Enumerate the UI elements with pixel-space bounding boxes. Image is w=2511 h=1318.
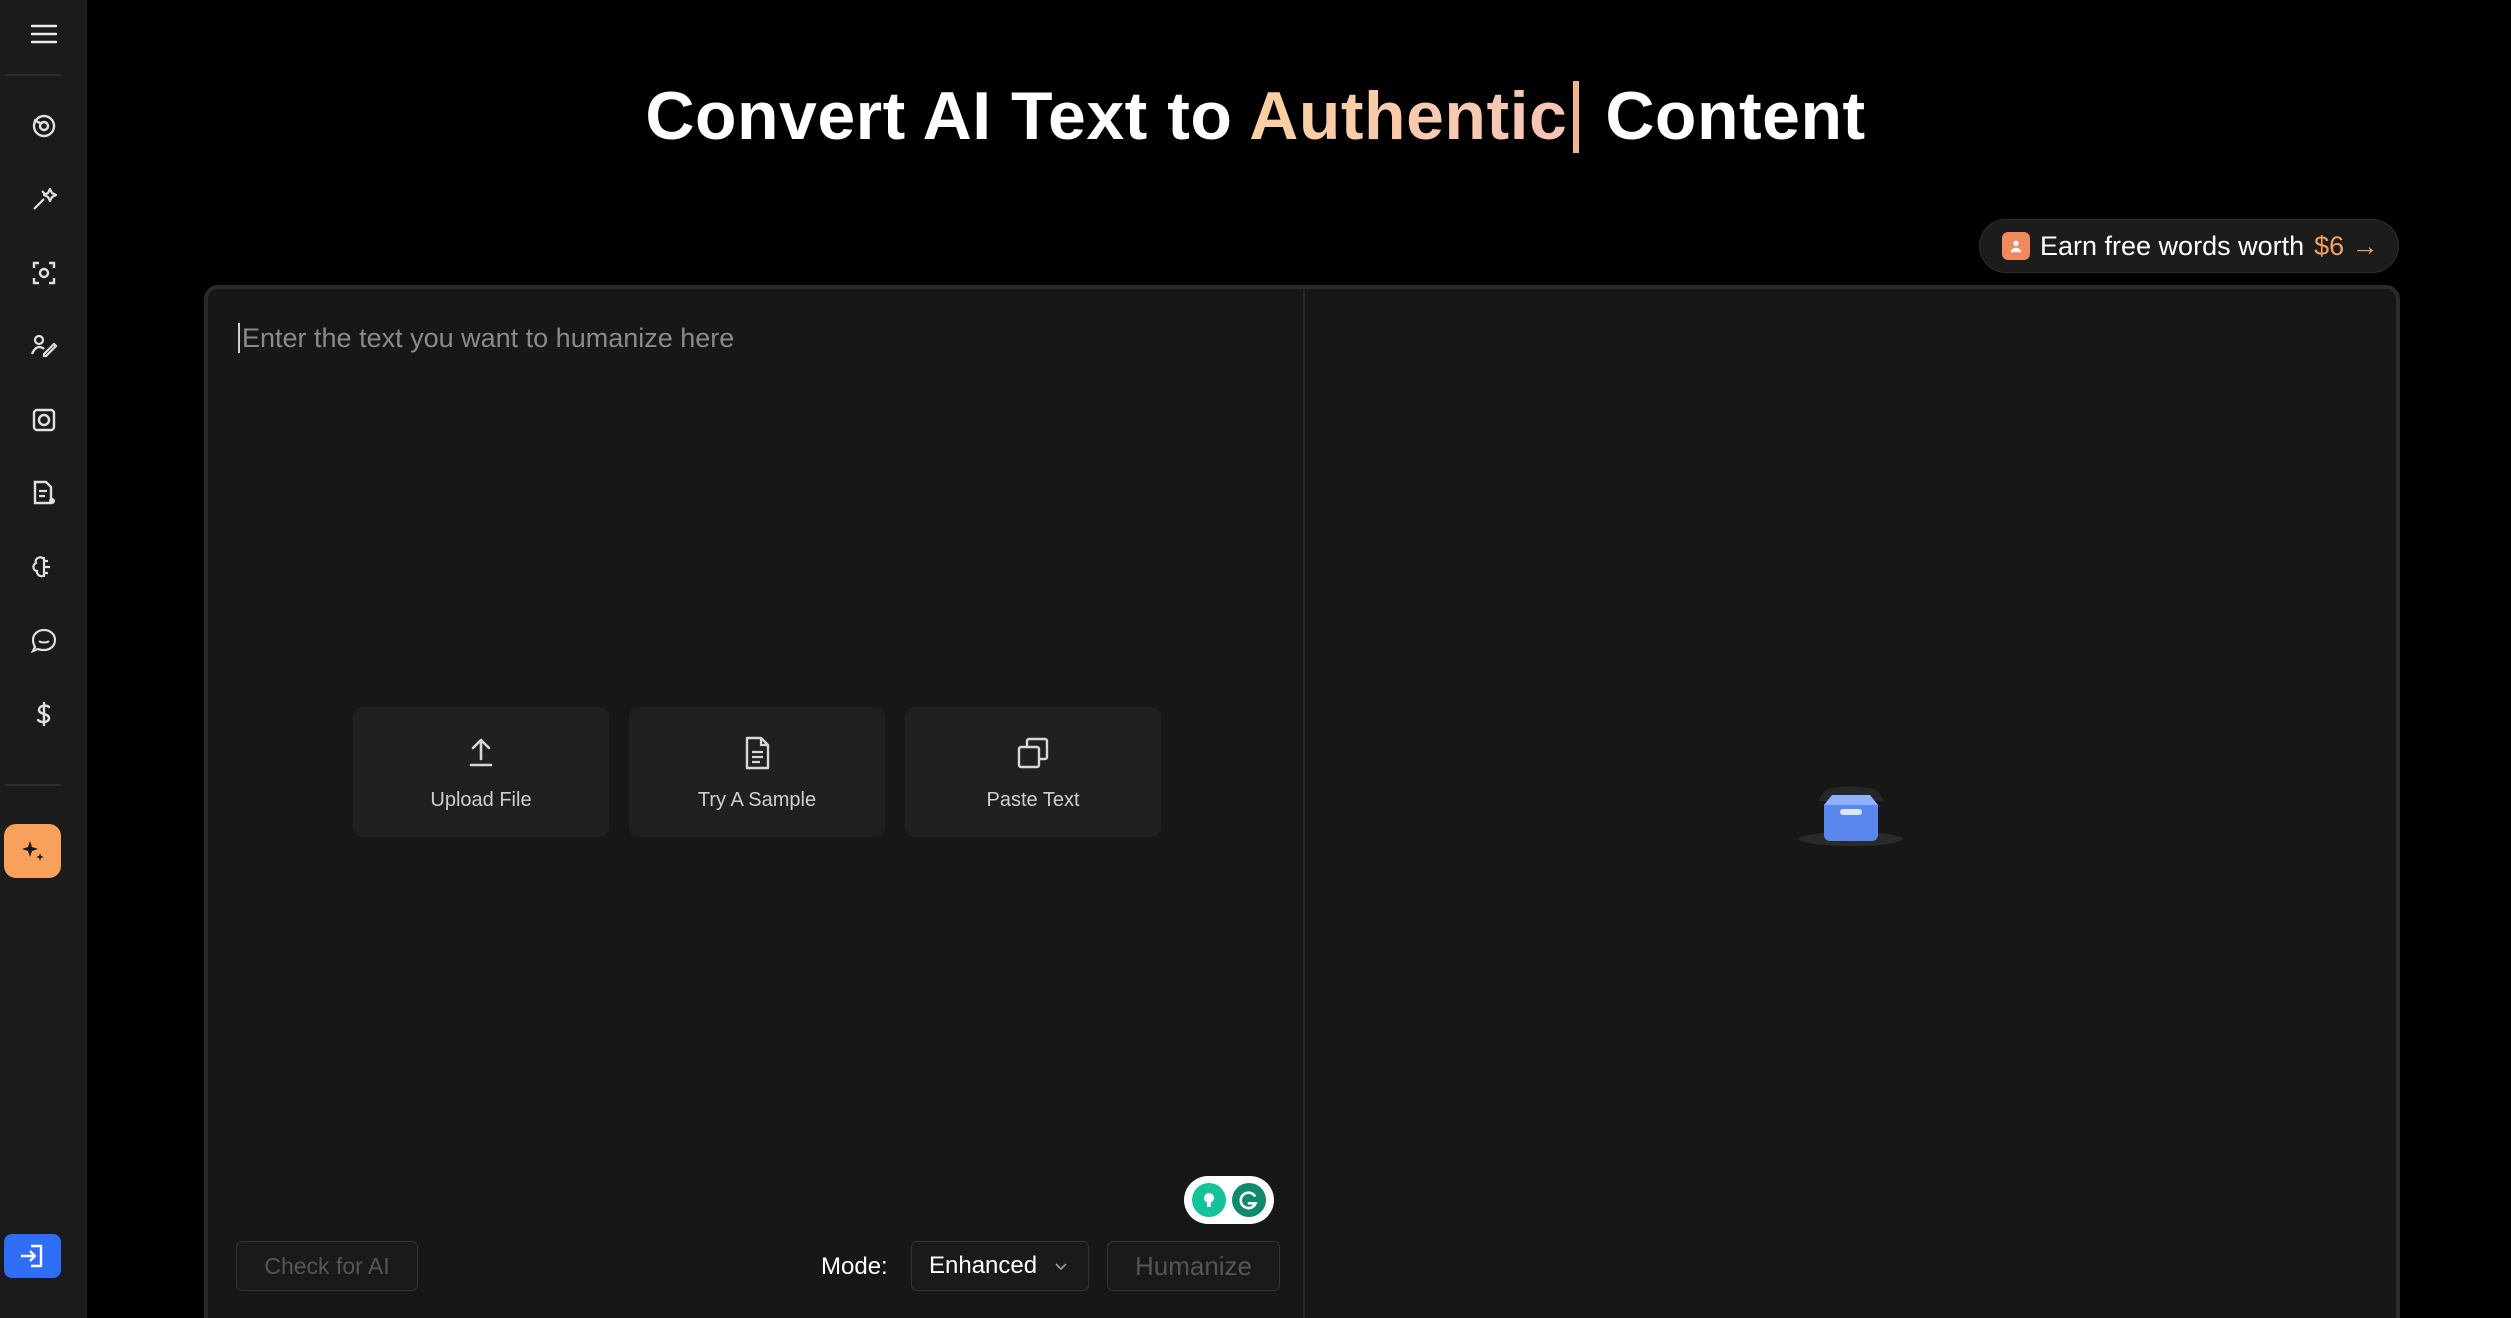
mode-label: Mode: [821, 1253, 888, 1280]
title-highlight: Authentic [1249, 78, 1568, 154]
earn-label: Earn free words worth [2040, 230, 2305, 261]
grammarly-widget[interactable] [1184, 1176, 1274, 1224]
upload-file-button[interactable]: Upload File [353, 707, 609, 837]
document-icon [745, 736, 770, 769]
menu-icon[interactable] [12, 7, 76, 61]
writer-icon[interactable] [12, 319, 76, 373]
editor-toolbar: Check for AI Mode: Enhanced Humanize [236, 1241, 1280, 1293]
paste-text-button[interactable]: Paste Text [905, 707, 1161, 837]
docs-icon[interactable] [12, 466, 76, 520]
copy-icon [1017, 737, 1049, 768]
output-area [1305, 289, 2396, 1318]
mode-value: Enhanced [929, 1252, 1038, 1279]
chat-icon[interactable] [12, 613, 76, 667]
login-icon[interactable] [4, 1234, 61, 1278]
sidebar-divider [5, 784, 61, 786]
upload-file-label: Upload File [430, 788, 532, 811]
check-for-ai-button[interactable]: Check for AI [236, 1241, 418, 1291]
input-editor[interactable]: Enter the text you want to humanize here… [208, 289, 1303, 1318]
focus-icon[interactable] [12, 393, 76, 447]
brain-icon[interactable] [12, 540, 76, 594]
chevron-down-icon [1055, 1263, 1067, 1271]
input-placeholder[interactable]: Enter the text you want to humanize here [238, 323, 734, 353]
try-sample-label: Try A Sample [697, 788, 817, 811]
gift-icon [2002, 232, 2030, 260]
sidebar [0, 0, 87, 1318]
input-actions: Upload File Try A Sample Paste Text [353, 707, 1161, 837]
lightbulb-icon [1192, 1183, 1226, 1217]
earn-amount: $6 → [2314, 230, 2379, 261]
mode-select[interactable]: Enhanced [911, 1241, 1089, 1291]
typing-caret [1573, 81, 1580, 153]
paste-text-label: Paste Text [986, 788, 1080, 811]
upload-icon [469, 738, 493, 766]
humanizer-icon[interactable] [12, 172, 76, 226]
try-sample-button[interactable]: Try A Sample [629, 707, 885, 837]
grammarly-icon [1232, 1183, 1266, 1217]
sparkle-icon[interactable] [4, 824, 61, 878]
humanizer-panel: Enter the text you want to humanize here… [204, 285, 2400, 1318]
earn-free-words-button[interactable]: Earn free words worth $6 → [1979, 219, 2399, 273]
empty-box-icon [1799, 786, 1903, 846]
humanize-button[interactable]: Humanize [1107, 1241, 1280, 1291]
pricing-icon[interactable] [12, 687, 76, 741]
page-title: Convert AI Text to Authentic Content [0, 72, 2511, 160]
title-suffix: Content [1605, 78, 1866, 154]
scan-icon[interactable] [12, 246, 76, 300]
title-prefix: Convert AI Text to [645, 78, 1233, 154]
app-root: Convert AI Text to Authentic Content Earn… [0, 0, 2511, 1318]
